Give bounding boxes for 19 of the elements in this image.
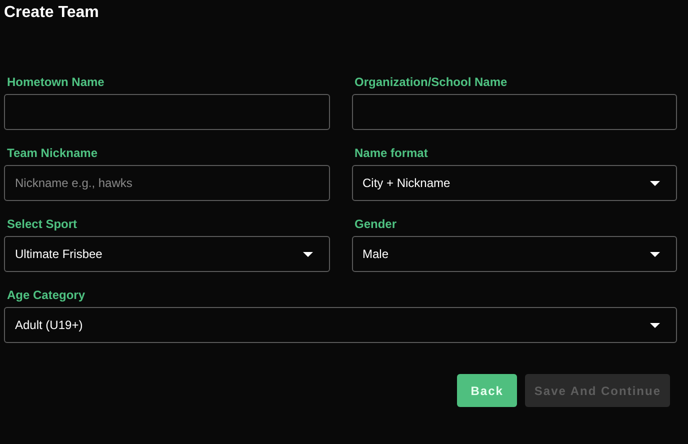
input-field[interactable]: Nickname e.g., hawks (4, 165, 330, 201)
field-label: Name format (354, 146, 428, 160)
input-field[interactable] (352, 94, 677, 130)
caret-icon (650, 180, 660, 186)
caret-icon (302, 252, 312, 256)
dropdown-field[interactable]: Adult (U19+) (4, 307, 677, 343)
field-label: Select Sport (7, 217, 78, 231)
dropdown-field[interactable]: Ultimate Frisbee (4, 236, 330, 272)
field-label: Team Nickname (7, 146, 98, 160)
page-title: Create Team (4, 3, 100, 23)
dropdown-field[interactable]: City + Nickname (352, 165, 677, 201)
input-field[interactable] (4, 94, 330, 130)
caret-icon (650, 322, 660, 328)
caret-icon (650, 252, 660, 256)
dropdown-field[interactable]: Male (352, 236, 677, 272)
field-label: Age Category (7, 288, 86, 302)
field-label: Gender (354, 217, 397, 231)
field-label: Organization/School Name (354, 75, 508, 89)
field-label: Hometown Name (7, 75, 104, 89)
